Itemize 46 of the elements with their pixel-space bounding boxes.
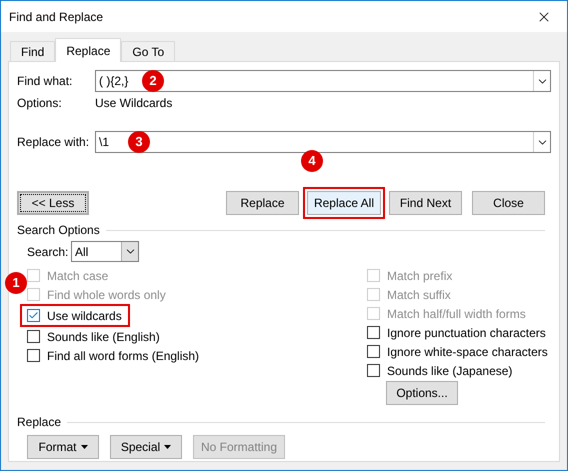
checkbox-label: Sounds like (Japanese) xyxy=(387,362,512,380)
button[interactable]: Find Next xyxy=(389,191,462,215)
checkbox[interactable] xyxy=(367,345,380,358)
button[interactable]: Format xyxy=(27,435,99,459)
less-button[interactable]: << Less xyxy=(17,191,89,215)
caret-down-icon xyxy=(80,445,88,449)
checkbox-label: Match suffix xyxy=(387,286,451,304)
button[interactable]: Replace xyxy=(226,191,299,215)
checkbox-label: Ignore white-space characters xyxy=(387,344,548,360)
checkbox-label: Sounds like (English) xyxy=(47,328,160,346)
button[interactable]: Replace All xyxy=(307,191,381,215)
callout-badge: 2 xyxy=(142,70,164,92)
button[interactable]: Close xyxy=(472,191,545,215)
checkbox-label: Match prefix xyxy=(387,268,452,284)
field-label: Replace with: xyxy=(17,134,90,151)
caret-down-icon xyxy=(164,445,172,449)
options-label: Options: xyxy=(17,94,63,112)
section-heading: Replace xyxy=(17,414,62,431)
checkbox[interactable] xyxy=(27,309,40,322)
text-field[interactable]: ( ){2,} 2 xyxy=(95,70,551,92)
button[interactable]: Special xyxy=(110,435,182,459)
text-field[interactable]: \1 3 xyxy=(95,131,551,153)
checkbox[interactable] xyxy=(27,330,40,343)
tab[interactable]: Replace xyxy=(55,38,122,62)
search-label: Search: xyxy=(27,244,70,260)
options-value: Use Wildcards xyxy=(95,94,172,112)
window-title: Find and Replace xyxy=(9,8,104,26)
checkmark-icon xyxy=(28,310,39,321)
search-dropdown[interactable]: All xyxy=(71,241,139,262)
field-label: Find what: xyxy=(17,73,74,90)
checkbox-label: Match half/full width forms xyxy=(387,306,526,322)
section-heading: Search Options xyxy=(17,222,100,239)
checkbox-label: Use wildcards xyxy=(47,308,122,324)
checkbox-label: Find whole words only xyxy=(47,286,166,304)
callout-badge: 4 xyxy=(301,150,323,172)
checkbox-label: Match case xyxy=(47,268,108,284)
tab[interactable]: Find xyxy=(10,41,56,61)
checkbox[interactable] xyxy=(367,326,380,339)
checkbox-label: Ignore punctuation characters xyxy=(387,324,546,342)
checkbox[interactable] xyxy=(367,364,380,377)
callout-badge: 1 xyxy=(5,272,27,294)
button[interactable]: Options... xyxy=(386,381,458,405)
tab[interactable]: Go To xyxy=(121,41,176,61)
checkbox[interactable] xyxy=(27,349,40,362)
checkbox-label: Find all word forms (English) xyxy=(47,348,200,364)
callout-badge: 3 xyxy=(128,131,150,153)
